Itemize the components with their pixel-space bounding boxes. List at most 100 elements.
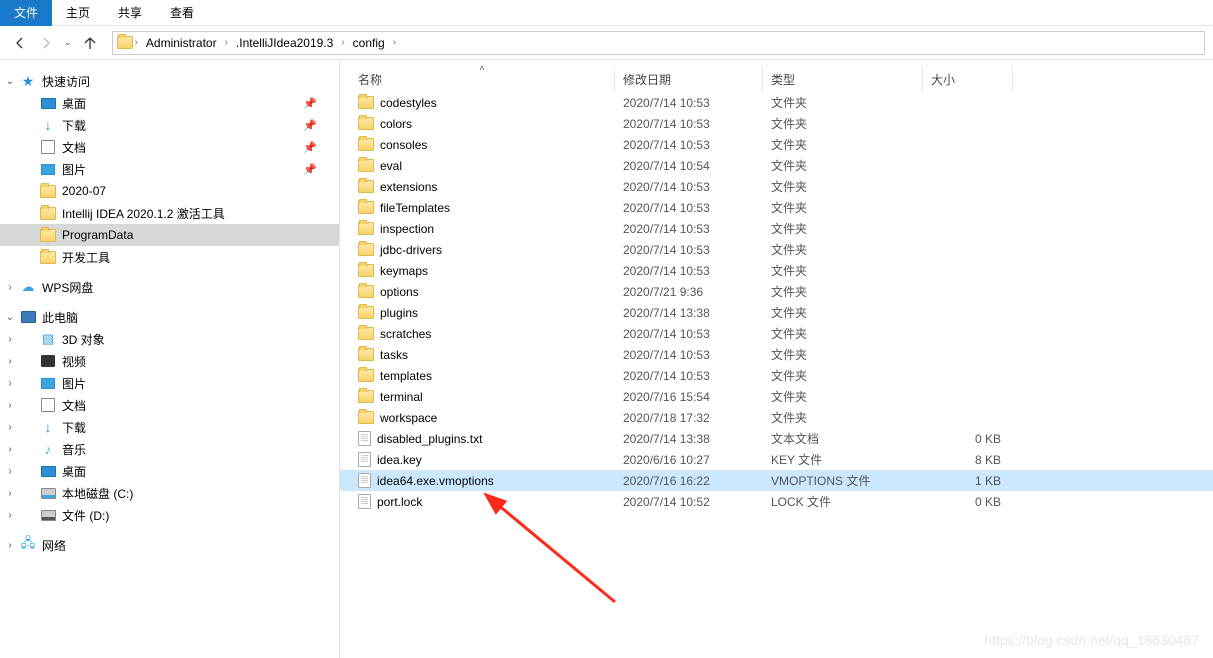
menu-share-tab[interactable]: 共享 xyxy=(104,0,156,26)
chevron-right-icon[interactable]: › xyxy=(4,444,16,455)
nav-back-button[interactable] xyxy=(8,31,32,55)
file-type-cell: 文件夹 xyxy=(763,94,923,111)
table-row[interactable]: scratches2020/7/14 10:53文件夹 xyxy=(340,323,1213,344)
chevron-right-icon[interactable]: › xyxy=(4,540,16,551)
table-row[interactable]: options2020/7/21 9:36文件夹 xyxy=(340,281,1213,302)
menu-home-tab[interactable]: 主页 xyxy=(52,0,104,26)
chevron-right-icon[interactable]: › xyxy=(4,466,16,477)
chevron-right-icon[interactable]: › xyxy=(4,334,16,345)
chevron-right-icon[interactable]: › xyxy=(4,510,16,521)
sidebar-item-label: 音乐 xyxy=(62,441,86,458)
chevron-right-icon[interactable]: › xyxy=(4,378,16,389)
sidebar-documents[interactable]: 文档 📌 xyxy=(0,136,339,158)
file-name-label: disabled_plugins.txt xyxy=(377,432,482,446)
table-row[interactable]: keymaps2020/7/14 10:53文件夹 xyxy=(340,260,1213,281)
chevron-right-icon[interactable]: › xyxy=(4,488,16,499)
table-row[interactable]: plugins2020/7/14 13:38文件夹 xyxy=(340,302,1213,323)
breadcrumb-segment[interactable]: .IntelliJIdea2019.3 xyxy=(230,36,339,50)
sidebar-folder-devtools[interactable]: 开发工具 xyxy=(0,246,339,268)
file-date-cell: 2020/7/14 13:38 xyxy=(615,432,763,446)
column-date-header[interactable]: 修改日期 xyxy=(615,67,763,92)
chevron-down-icon[interactable]: ⌄ xyxy=(4,312,16,323)
table-row[interactable]: colors2020/7/14 10:53文件夹 xyxy=(340,113,1213,134)
file-date-cell: 2020/7/14 10:53 xyxy=(615,243,763,257)
address-bar[interactable]: › Administrator › .IntelliJIdea2019.3 › … xyxy=(112,31,1205,55)
menu-file-tab[interactable]: 文件 xyxy=(0,0,52,26)
sidebar-folder-2020-07[interactable]: 2020-07 xyxy=(0,180,339,202)
menu-view-tab[interactable]: 查看 xyxy=(156,0,208,26)
sidebar-item-label: 桌面 xyxy=(62,95,86,112)
table-row[interactable]: terminal2020/7/16 15:54文件夹 xyxy=(340,386,1213,407)
table-row[interactable]: inspection2020/7/14 10:53文件夹 xyxy=(340,218,1213,239)
nav-up-button[interactable] xyxy=(78,31,102,55)
file-name-label: scratches xyxy=(380,327,431,341)
chevron-right-icon[interactable]: › xyxy=(4,422,16,433)
chevron-right-icon[interactable]: › xyxy=(339,37,346,48)
sidebar-wps[interactable]: › ☁ WPS网盘 xyxy=(0,276,339,298)
table-row[interactable]: templates2020/7/14 10:53文件夹 xyxy=(340,365,1213,386)
sidebar-folder-programdata[interactable]: ProgramData xyxy=(0,224,339,246)
nav-toolbar: ⌄ › Administrator › .IntelliJIdea2019.3 … xyxy=(0,26,1213,60)
sidebar-music[interactable]: › ♪ 音乐 xyxy=(0,438,339,460)
sidebar-pictures[interactable]: 图片 📌 xyxy=(0,158,339,180)
chevron-down-icon[interactable]: ⌄ xyxy=(4,76,16,87)
file-date-cell: 2020/7/14 10:53 xyxy=(615,327,763,341)
column-size-header[interactable]: 大小 xyxy=(923,67,1013,92)
folder-icon xyxy=(358,348,374,361)
sidebar-desktop[interactable]: 桌面 📌 xyxy=(0,92,339,114)
chevron-right-icon[interactable]: › xyxy=(223,37,230,48)
breadcrumb-segment[interactable]: Administrator xyxy=(140,36,223,50)
sidebar-documents-pc[interactable]: › 文档 xyxy=(0,394,339,416)
sidebar-disk-c[interactable]: › 本地磁盘 (C:) xyxy=(0,482,339,504)
table-row[interactable]: idea.key2020/6/16 10:27KEY 文件8 KB xyxy=(340,449,1213,470)
chevron-right-icon[interactable]: › xyxy=(4,356,16,367)
sidebar-pictures-pc[interactable]: › 图片 xyxy=(0,372,339,394)
file-type-cell: 文件夹 xyxy=(763,283,923,300)
table-row[interactable]: fileTemplates2020/7/14 10:53文件夹 xyxy=(340,197,1213,218)
column-name-header[interactable]: ˄ 名称 xyxy=(350,67,615,92)
sidebar-network[interactable]: › 🖧 网络 xyxy=(0,534,339,556)
document-icon xyxy=(40,397,56,413)
table-row[interactable]: port.lock2020/7/14 10:52LOCK 文件0 KB xyxy=(340,491,1213,512)
file-size-cell: 0 KB xyxy=(923,495,1013,509)
sidebar-videos[interactable]: › 视频 xyxy=(0,350,339,372)
chevron-right-icon[interactable]: › xyxy=(4,400,16,411)
table-row[interactable]: extensions2020/7/14 10:53文件夹 xyxy=(340,176,1213,197)
video-icon xyxy=(40,353,56,369)
folder-icon xyxy=(40,227,56,243)
table-row[interactable]: idea64.exe.vmoptions2020/7/16 16:22VMOPT… xyxy=(340,470,1213,491)
chevron-right-icon[interactable]: › xyxy=(133,37,140,48)
pc-icon xyxy=(20,309,36,325)
sidebar-downloads[interactable]: ↓ 下载 📌 xyxy=(0,114,339,136)
file-rows: codestyles2020/7/14 10:53文件夹colors2020/7… xyxy=(340,92,1213,658)
sidebar-folder-intellij[interactable]: Intellij IDEA 2020.1.2 激活工具 xyxy=(0,202,339,224)
folder-icon xyxy=(358,159,374,172)
pin-icon: 📌 xyxy=(303,141,317,154)
column-type-header[interactable]: 类型 xyxy=(763,67,923,92)
network-icon: 🖧 xyxy=(20,537,36,553)
sidebar-3d-objects[interactable]: › ▧ 3D 对象 xyxy=(0,328,339,350)
file-name-cell: eval xyxy=(350,159,615,173)
chevron-right-icon[interactable]: › xyxy=(4,282,16,293)
chevron-right-icon[interactable]: › xyxy=(391,37,398,48)
file-name-cell: tasks xyxy=(350,348,615,362)
sidebar-this-pc[interactable]: ⌄ 此电脑 xyxy=(0,306,339,328)
file-name-cell: templates xyxy=(350,369,615,383)
table-row[interactable]: consoles2020/7/14 10:53文件夹 xyxy=(340,134,1213,155)
table-row[interactable]: workspace2020/7/18 17:32文件夹 xyxy=(340,407,1213,428)
breadcrumb-segment[interactable]: config xyxy=(347,36,391,50)
nav-forward-button[interactable] xyxy=(34,31,58,55)
table-row[interactable]: jdbc-drivers2020/7/14 10:53文件夹 xyxy=(340,239,1213,260)
table-row[interactable]: tasks2020/7/14 10:53文件夹 xyxy=(340,344,1213,365)
table-row[interactable]: codestyles2020/7/14 10:53文件夹 xyxy=(340,92,1213,113)
folder-icon xyxy=(358,390,374,403)
file-type-cell: 文件夹 xyxy=(763,136,923,153)
nav-history-dropdown[interactable]: ⌄ xyxy=(60,37,76,48)
table-row[interactable]: disabled_plugins.txt2020/7/14 13:38文本文档0… xyxy=(340,428,1213,449)
sidebar-disk-d[interactable]: › 文件 (D:) xyxy=(0,504,339,526)
sidebar-downloads-pc[interactable]: › ↓ 下载 xyxy=(0,416,339,438)
table-row[interactable]: eval2020/7/14 10:54文件夹 xyxy=(340,155,1213,176)
sidebar-desktop-pc[interactable]: › 桌面 xyxy=(0,460,339,482)
column-label: 名称 xyxy=(358,73,382,87)
sidebar-quick-access[interactable]: ⌄ ★ 快速访问 xyxy=(0,70,339,92)
